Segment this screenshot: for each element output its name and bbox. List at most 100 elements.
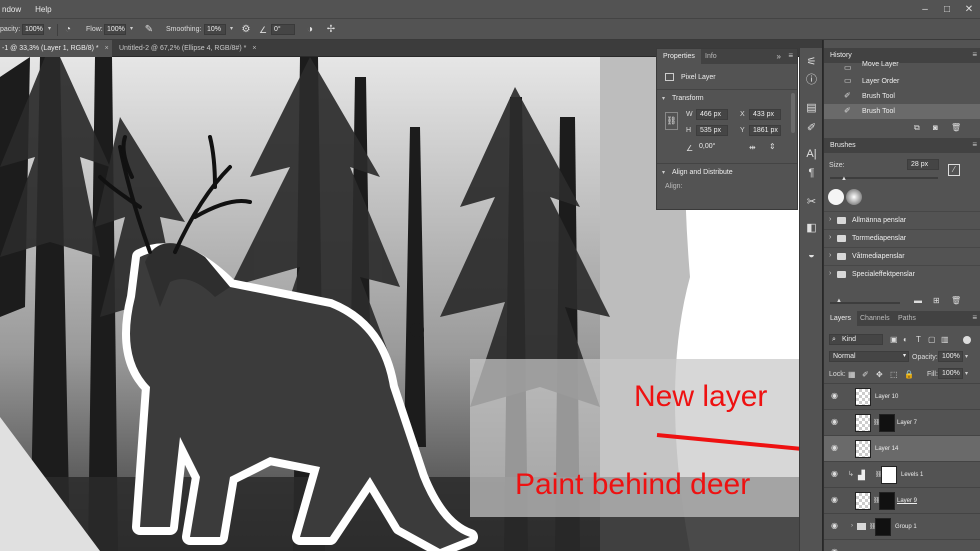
panel-menu-icon[interactable]: ≡ bbox=[972, 140, 977, 149]
chevron-down-icon[interactable]: ▾ bbox=[662, 169, 665, 176]
filter-pixel-icon[interactable]: ▣ bbox=[890, 335, 898, 344]
brush-size-field[interactable]: 28 px bbox=[907, 159, 939, 170]
channels-icon[interactable]: ◧ bbox=[803, 220, 820, 236]
new-brush-icon[interactable]: ⊞ bbox=[933, 296, 940, 305]
properties-icon[interactable]: ⚟ bbox=[803, 54, 820, 70]
smoothing-dropdown-icon[interactable]: ▾ bbox=[227, 24, 236, 35]
chevron-right-icon[interactable]: › bbox=[829, 216, 831, 223]
height-field[interactable]: 535 px bbox=[696, 125, 728, 136]
tab-layers[interactable]: Layers bbox=[824, 311, 858, 326]
layer-mask-thumbnail[interactable] bbox=[879, 492, 895, 510]
panel-menu-icon[interactable]: ≡ bbox=[788, 51, 793, 60]
character-icon[interactable]: A| bbox=[803, 146, 820, 162]
history-item-selected[interactable]: ✐ Brush Tool bbox=[824, 104, 980, 119]
tab-paths[interactable]: Paths bbox=[898, 315, 916, 322]
angle-field[interactable]: 0° bbox=[271, 24, 295, 35]
layer-mask-thumbnail[interactable] bbox=[881, 466, 897, 484]
collapse-icon[interactable]: » bbox=[777, 52, 781, 61]
adjustments-icon[interactable]: ◒ bbox=[803, 247, 820, 263]
flow-field[interactable]: 100% bbox=[104, 24, 126, 35]
layer-mask-thumbnail[interactable] bbox=[879, 414, 895, 432]
visibility-eye-icon[interactable]: ◉ bbox=[831, 392, 841, 400]
tools-icon[interactable]: ✂ bbox=[803, 194, 820, 210]
y-field[interactable]: 1861 px bbox=[749, 125, 781, 136]
layer-row-selected[interactable]: ◉ Layer 14 bbox=[824, 435, 980, 461]
visibility-eye-icon[interactable]: ◉ bbox=[831, 444, 841, 452]
chevron-right-icon[interactable]: › bbox=[829, 270, 831, 277]
layer-row[interactable]: ◉ Layer 10 bbox=[824, 383, 980, 409]
close-window-button[interactable]: ✕ bbox=[958, 0, 980, 18]
history-item[interactable]: ✐ Brush Tool bbox=[824, 89, 980, 104]
tab-document-1[interactable]: -1 @ 33,3% (Layer 1, RGB/8) * × bbox=[0, 40, 112, 57]
brush-folder[interactable]: › Våtmediapenslar bbox=[824, 247, 980, 264]
link-icon[interactable]: ⛓ bbox=[665, 112, 678, 130]
flip-horizontal-icon[interactable]: ⇹ bbox=[749, 143, 756, 152]
lock-transparent-icon[interactable]: ▦ bbox=[848, 370, 856, 379]
pressure-opacity-icon[interactable]: ◔ bbox=[61, 23, 75, 37]
filter-shape-icon[interactable]: ▢ bbox=[928, 335, 936, 344]
smoothing-field[interactable]: 10% bbox=[204, 24, 226, 35]
new-folder-icon[interactable]: ▬ bbox=[914, 296, 922, 305]
trash-icon[interactable]: 🗑 bbox=[951, 123, 961, 132]
brush-folder[interactable]: › Specialeffektpenslar bbox=[824, 265, 980, 282]
slider-handle[interactable]: ▲ bbox=[836, 298, 842, 304]
layer-row[interactable]: ◉ ⛓ Layer 7 bbox=[824, 409, 980, 435]
maximize-button[interactable]: □ bbox=[936, 0, 958, 18]
pressure-size-icon[interactable]: ◑ bbox=[303, 23, 317, 37]
gear-icon[interactable]: ⚙ bbox=[239, 23, 253, 37]
chevron-right-icon[interactable]: › bbox=[829, 252, 831, 259]
snapshot-icon[interactable]: ◙ bbox=[933, 123, 938, 132]
brush-folder[interactable]: › Allmänna penslar bbox=[824, 211, 980, 228]
history-icon[interactable]: ▤ bbox=[803, 100, 820, 116]
opacity-field[interactable]: 100% bbox=[22, 24, 44, 35]
symmetry-icon[interactable]: ✢ bbox=[324, 23, 338, 37]
lock-artboard-icon[interactable]: ⬚ bbox=[890, 370, 898, 379]
fill-field[interactable]: 100% bbox=[938, 368, 963, 379]
brush-icon[interactable]: ✐ bbox=[803, 120, 820, 136]
menu-help[interactable]: Help bbox=[35, 5, 51, 14]
lock-position-icon[interactable]: ✥ bbox=[876, 370, 883, 379]
filter-type-icon[interactable]: T bbox=[916, 335, 921, 344]
brush-settings-icon[interactable]: ⁄ bbox=[948, 164, 960, 176]
angle-field[interactable]: 0,00° bbox=[696, 142, 728, 153]
close-icon[interactable]: × bbox=[105, 45, 109, 52]
airbrush-icon[interactable]: ✎ bbox=[142, 23, 156, 37]
visibility-eye-icon[interactable]: ◉ bbox=[831, 470, 841, 478]
slider-handle[interactable]: ▲ bbox=[841, 176, 847, 182]
panel-menu-icon[interactable]: ≡ bbox=[972, 50, 977, 59]
tab-channels[interactable]: Channels bbox=[860, 315, 890, 322]
layer-mask-thumbnail[interactable] bbox=[875, 518, 891, 536]
lock-image-icon[interactable]: ✐ bbox=[862, 370, 869, 379]
scrollbar[interactable] bbox=[791, 93, 795, 133]
layer-opacity-field[interactable]: 100% bbox=[938, 351, 963, 362]
minimize-button[interactable]: – bbox=[914, 0, 936, 18]
close-icon[interactable]: × bbox=[252, 45, 256, 52]
tab-properties[interactable]: Properties bbox=[657, 49, 701, 64]
width-field[interactable]: 466 px bbox=[696, 109, 728, 120]
filter-adjustment-icon[interactable]: ◐ bbox=[903, 335, 908, 344]
tab-info[interactable]: Info bbox=[699, 49, 723, 64]
trash-icon[interactable]: 🗑 bbox=[951, 296, 961, 305]
history-item[interactable]: ▭ Move Layer bbox=[824, 61, 980, 72]
history-item[interactable]: ▭ Layer Order bbox=[824, 74, 980, 89]
chevron-down-icon[interactable]: ▾ bbox=[662, 95, 665, 102]
hard-brush-preset[interactable] bbox=[828, 189, 844, 205]
visibility-eye-icon[interactable]: ◉ bbox=[831, 522, 841, 530]
x-field[interactable]: 433 px bbox=[749, 109, 781, 120]
new-document-from-state-icon[interactable]: ⧉ bbox=[914, 123, 920, 133]
opacity-dropdown-icon[interactable]: ▾ bbox=[45, 24, 54, 35]
tab-document-2[interactable]: Untitled-2 @ 67,2% (Ellipse 4, RGB/8#) *… bbox=[117, 40, 272, 57]
info-icon[interactable]: ⓘ bbox=[803, 72, 820, 88]
chevron-right-icon[interactable]: › bbox=[851, 523, 853, 529]
paragraph-icon[interactable]: ¶ bbox=[803, 165, 820, 181]
chevron-down-icon[interactable]: ▾ bbox=[965, 370, 968, 377]
layer-row[interactable]: ◉ ↳ ▟ ⛓ Levels 1 bbox=[824, 461, 980, 487]
flow-dropdown-icon[interactable]: ▾ bbox=[127, 24, 136, 35]
menu-window[interactable]: ndow bbox=[2, 5, 21, 14]
panel-menu-icon[interactable]: ≡ bbox=[972, 313, 977, 322]
layer-row[interactable]: ◉ bbox=[824, 539, 980, 551]
layer-row[interactable]: ◉ › ⛓ Group 1 bbox=[824, 513, 980, 539]
flip-vertical-icon[interactable]: ⇕ bbox=[769, 142, 776, 151]
soft-brush-preset[interactable] bbox=[846, 189, 862, 205]
layer-row[interactable]: ◉ ⛓ Layer 9 bbox=[824, 487, 980, 513]
